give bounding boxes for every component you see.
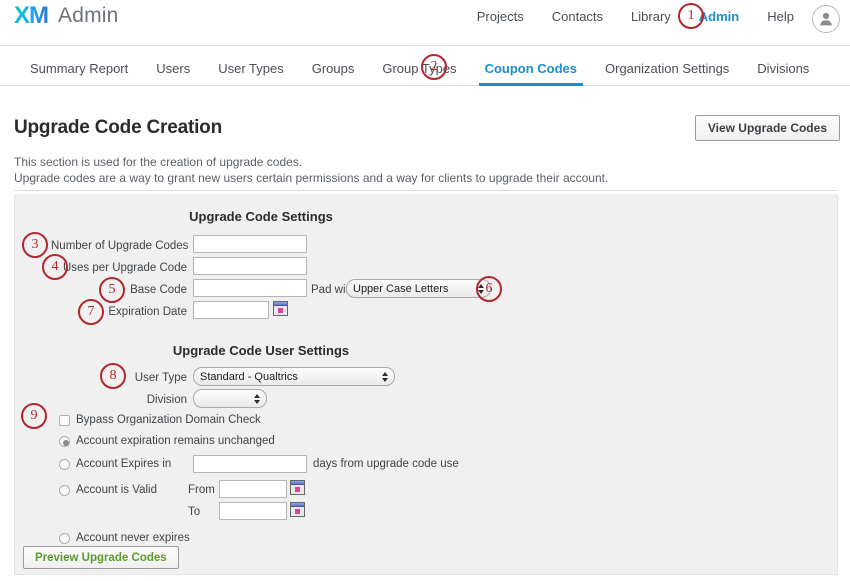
uses-per-code-label: Uses per Upgrade Code	[62, 262, 187, 274]
page-title: Upgrade Code Creation	[14, 117, 222, 138]
base-code-label: Base Code	[130, 284, 187, 296]
tab-summary-report[interactable]: Summary Report	[16, 62, 142, 85]
brand-logo[interactable]: XM Admin	[14, 4, 119, 28]
admin-coupon-codes-page: XM Admin Projects Contacts Library Admin…	[0, 0, 850, 581]
tab-organization-settings[interactable]: Organization Settings	[591, 62, 743, 85]
chevron-updown-icon	[254, 393, 260, 404]
radio-account-expires-in[interactable]	[59, 459, 70, 470]
valid-to-input[interactable]	[219, 502, 287, 520]
user-settings-heading: Upgrade Code User Settings	[172, 343, 350, 358]
pad-with-select[interactable]: Upper Case Letters	[346, 279, 491, 298]
user-type-select[interactable]: Standard - Qualtrics	[193, 367, 395, 386]
xm-logo-icon: XM	[14, 2, 49, 29]
nav-item-projects[interactable]: Projects	[477, 9, 524, 24]
pad-with-selected-value: Upper Case Letters	[353, 282, 449, 295]
intro-line-2: Upgrade codes are a way to grant new use…	[14, 171, 609, 185]
number-of-codes-input[interactable]	[193, 235, 307, 253]
nav-item-admin[interactable]: Admin	[699, 9, 739, 24]
calendar-icon[interactable]	[273, 301, 288, 316]
section-divider	[14, 190, 838, 191]
view-upgrade-codes-button[interactable]: View Upgrade Codes	[694, 115, 840, 141]
radio-account-expires-in-label: Account Expires in	[76, 458, 172, 470]
uses-per-code-input[interactable]	[193, 257, 307, 275]
tab-group-types[interactable]: Group Types	[368, 62, 470, 85]
division-label: Division	[146, 394, 187, 406]
radio-expiration-unchanged-label: Account expiration remains unchanged	[76, 435, 275, 447]
division-select[interactable]	[193, 389, 267, 408]
page-intro-text: This section is used for the creation of…	[14, 154, 608, 186]
radio-expiration-unchanged[interactable]	[59, 436, 70, 447]
expires-in-days-suffix: days from upgrade code use	[313, 458, 459, 470]
upgrade-code-form-panel: Upgrade Code Settings Number of Upgrade …	[14, 194, 838, 575]
expiration-date-label: Expiration Date	[108, 306, 187, 318]
preview-upgrade-codes-button[interactable]: Preview Upgrade Codes	[23, 546, 179, 569]
top-header-bar: XM Admin Projects Contacts Library Admin…	[0, 0, 850, 46]
nav-item-help[interactable]: Help	[767, 9, 794, 24]
brand-product-name: Admin	[58, 4, 119, 27]
chevron-updown-icon	[382, 371, 388, 382]
code-settings-heading: Upgrade Code Settings	[189, 209, 333, 224]
valid-to-label: To	[188, 506, 201, 518]
tab-divisions[interactable]: Divisions	[743, 62, 823, 85]
valid-from-label: From	[188, 484, 215, 496]
tab-users[interactable]: Users	[142, 62, 204, 85]
user-type-label: User Type	[134, 372, 187, 384]
tab-coupon-codes[interactable]: Coupon Codes	[471, 62, 591, 86]
nav-item-contacts[interactable]: Contacts	[552, 9, 603, 24]
radio-account-never-expires[interactable]	[59, 533, 70, 544]
user-type-selected-value: Standard - Qualtrics	[200, 370, 298, 383]
section-tab-bar: Summary Report Users User Types Groups G…	[0, 46, 850, 86]
bypass-domain-check-checkbox[interactable]	[59, 415, 70, 426]
tab-groups[interactable]: Groups	[298, 62, 369, 85]
global-nav: Projects Contacts Library Admin Help	[477, 9, 794, 24]
tab-user-types[interactable]: User Types	[204, 62, 298, 85]
base-code-input[interactable]	[193, 279, 307, 297]
radio-account-is-valid[interactable]	[59, 485, 70, 496]
bypass-domain-check-label: Bypass Organization Domain Check	[76, 414, 261, 426]
expiration-date-input[interactable]	[193, 301, 269, 319]
user-avatar-icon[interactable]	[812, 5, 840, 33]
chevron-updown-icon	[478, 283, 484, 294]
nav-item-library[interactable]: Library	[631, 9, 671, 24]
radio-account-never-expires-label: Account never expires	[76, 532, 190, 544]
radio-account-is-valid-label: Account is Valid	[76, 484, 157, 496]
number-of-codes-label: Number of Upgrade Codes	[51, 240, 189, 252]
valid-from-input[interactable]	[219, 480, 287, 498]
calendar-icon[interactable]	[290, 502, 305, 517]
calendar-icon[interactable]	[290, 480, 305, 495]
intro-line-1: This section is used for the creation of…	[14, 155, 303, 169]
expires-in-days-input[interactable]	[193, 455, 307, 473]
